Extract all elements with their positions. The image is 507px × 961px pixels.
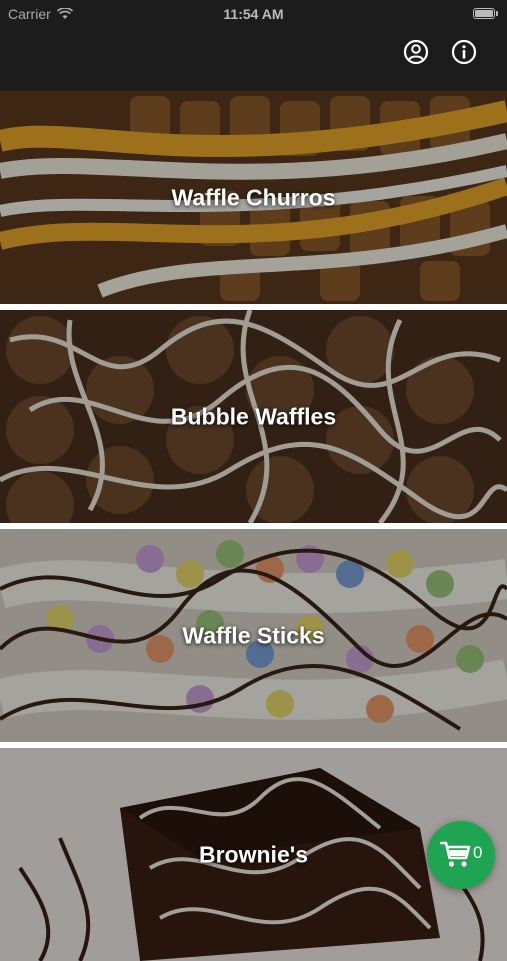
category-card-bubble-waffles[interactable]: Bubble Waffles	[0, 310, 507, 523]
divider	[0, 742, 507, 748]
divider	[0, 523, 507, 529]
status-time: 11:54 AM	[223, 6, 284, 22]
category-list: Waffle Churros Bubble Waffles Waffle Sti…	[0, 91, 507, 961]
divider	[0, 304, 507, 310]
status-bar: Carrier 11:54 AM	[0, 0, 507, 30]
account-circle-icon[interactable]	[403, 39, 429, 65]
cart-count: 0	[473, 843, 483, 862]
category-label: Bubble Waffles	[170, 403, 337, 429]
category-card-waffle-churros[interactable]: Waffle Churros	[0, 91, 507, 304]
category-label: Waffle Churros	[171, 184, 336, 210]
battery-icon	[473, 8, 498, 19]
info-circle-icon[interactable]	[451, 39, 477, 65]
category-card-waffle-sticks[interactable]: Waffle Sticks	[0, 529, 507, 742]
cart-button[interactable]: 0	[427, 821, 495, 889]
nav-bar	[0, 30, 507, 91]
shopping-cart-icon	[440, 841, 471, 867]
category-label: Waffle Sticks	[182, 622, 325, 648]
